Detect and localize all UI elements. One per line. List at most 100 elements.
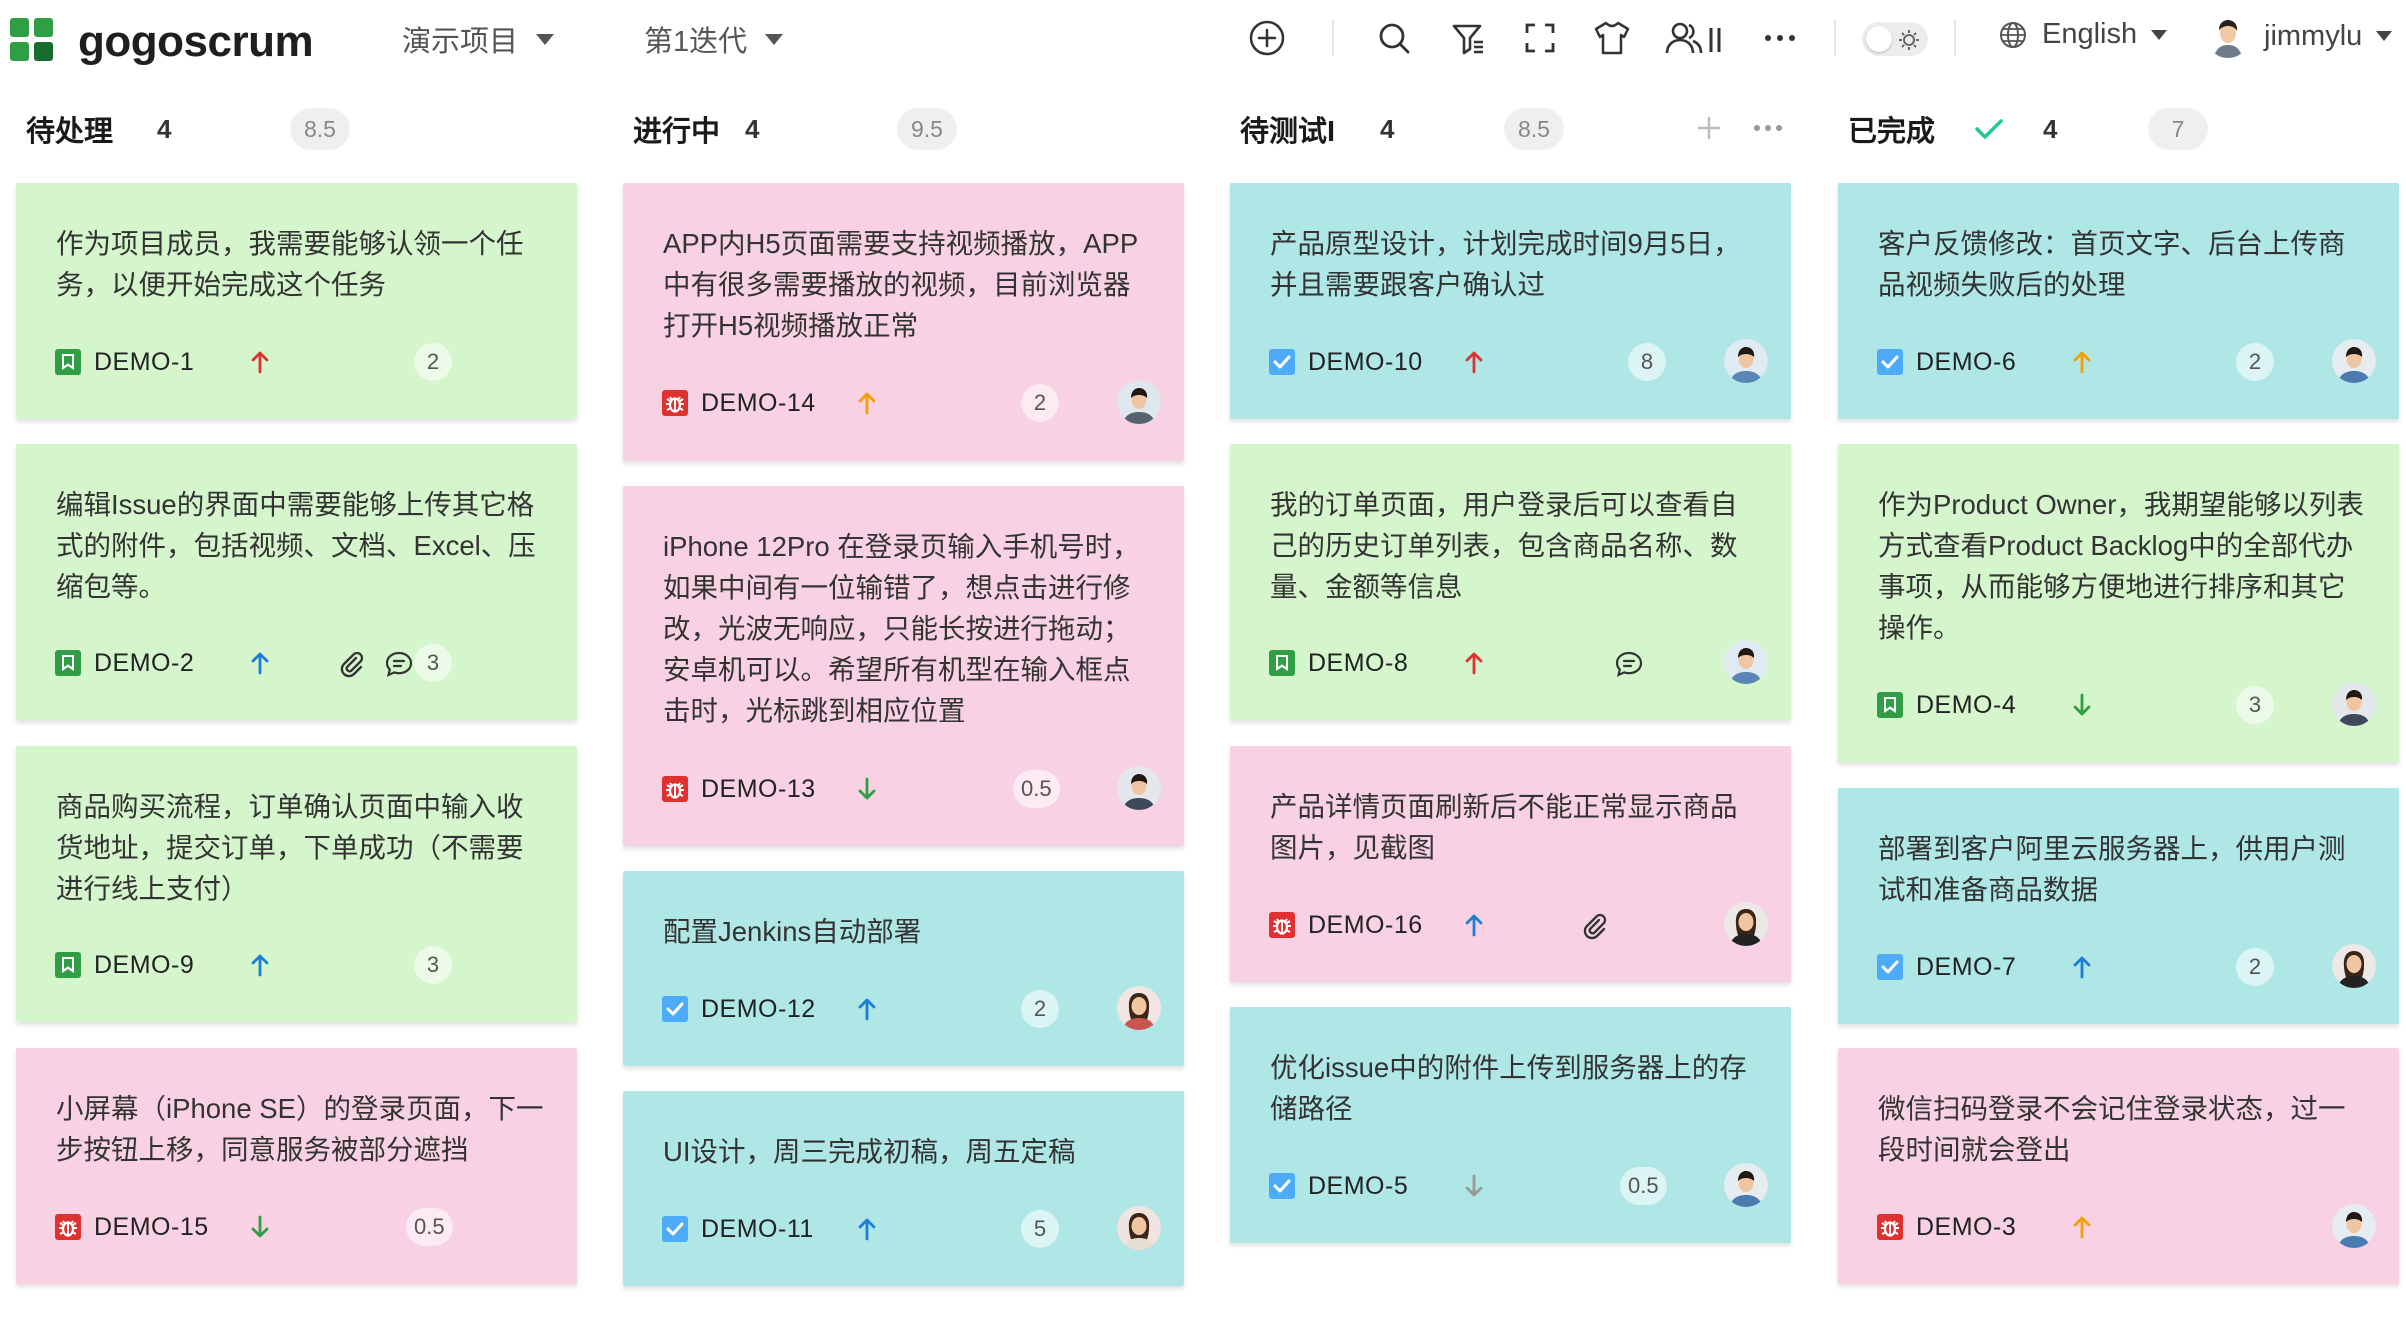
priority-normal-icon <box>2068 953 2096 981</box>
add-issue-icon[interactable] <box>1247 18 1287 58</box>
task-type-icon <box>661 1215 689 1243</box>
project-selector[interactable]: 演示项目 <box>402 18 555 60</box>
issue-card[interactable]: 产品详情页面刷新后不能正常显示商品图片，见截图 DEMO-16 <box>1230 746 1791 982</box>
priority-medium-icon <box>853 389 881 417</box>
add-card-icon[interactable] <box>1695 114 1723 142</box>
project-name: 演示项目 <box>402 26 519 58</box>
sprint-selector[interactable]: 第1迭代 <box>644 18 784 60</box>
issue-card[interactable]: 编辑Issue的界面中需要能够上传其它格式的附件，包括视频、文档、Excel、压… <box>16 444 577 720</box>
issue-card[interactable]: 产品原型设计，计划完成时间9月5日，并且需要跟客户确认过 DEMO-10 8 <box>1230 183 1791 419</box>
issue-meta: DEMO-10 8 <box>1268 339 1768 383</box>
priority-low-icon <box>2068 691 2096 719</box>
issue-card[interactable]: APP内H5页面需要支持视频播放，APP中有很多需要播放的视频，目前浏览器打开H… <box>623 183 1184 461</box>
issue-meta: DEMO-2 3 <box>54 642 554 684</box>
issue-card[interactable]: 作为Product Owner，我期望能够以列表方式查看Product Back… <box>1838 444 2399 762</box>
column-header: 进行中 4 9.5 <box>633 108 1193 150</box>
story-points-badge: 2 <box>1021 384 1059 422</box>
priority-low-icon <box>853 775 881 803</box>
user-avatar <box>2206 14 2250 58</box>
priority-low-icon <box>246 1213 274 1241</box>
username: jimmylu <box>2264 19 2363 52</box>
issue-meta: DEMO-12 2 <box>661 986 1161 1030</box>
assignee-avatar[interactable] <box>1724 339 1768 383</box>
assignee-avatar[interactable] <box>1724 902 1768 946</box>
story-type-icon <box>54 348 82 376</box>
issue-title: 部署到客户阿里云服务器上，供用户测试和准备商品数据 <box>1878 833 2346 905</box>
logo[interactable]: gogoscrum <box>10 18 314 66</box>
dark-mode-toggle[interactable] <box>1862 22 1928 56</box>
column-header: 待处理 4 8.5 <box>26 108 586 150</box>
priority-high-icon <box>246 348 274 376</box>
assignee-avatar[interactable] <box>1117 380 1161 424</box>
column-title: 已完成 <box>1848 116 1936 148</box>
column-header: 已完成 4 7 <box>1848 108 2406 150</box>
task-type-icon <box>1876 953 1904 981</box>
issue-card[interactable]: 小屏幕（iPhone SE）的登录页面，下一步按钮上移，同意服务被部分遮挡 DE… <box>16 1048 577 1284</box>
issue-key: DEMO-16 <box>1308 911 1423 939</box>
story-type-icon <box>54 649 82 677</box>
issue-card[interactable]: 作为项目成员，我需要能够认领一个任务，以便开始完成这个任务 DEMO-1 2 <box>16 183 577 419</box>
story-points-badge: 8 <box>1628 343 1666 381</box>
issue-meta: DEMO-6 2 <box>1876 339 2376 383</box>
assignee-avatar[interactable] <box>1724 1163 1768 1207</box>
issue-meta: DEMO-4 3 <box>1876 682 2376 726</box>
attachment-icon <box>1579 911 1609 941</box>
task-type-icon <box>1268 348 1296 376</box>
bug-type-icon <box>1876 1213 1904 1241</box>
assignee-avatar[interactable] <box>1117 766 1161 810</box>
story-points-badge: 2 <box>2236 343 2274 381</box>
caret-down-icon <box>2151 29 2168 40</box>
column-story-points: 8.5 <box>290 108 350 150</box>
issue-key: DEMO-11 <box>701 1215 814 1243</box>
story-points-badge: 2 <box>2236 948 2274 986</box>
issue-card[interactable]: UI设计，周三完成初稿，周五定稿 DEMO-11 5 <box>623 1091 1184 1286</box>
column-header: 待测试I 4 8.5 <box>1240 108 1800 150</box>
column-story-points: 7 <box>2148 108 2208 150</box>
top-bar: gogoscrum 演示项目 第1迭代 English jimmylu <box>0 0 2406 76</box>
issue-meta: DEMO-7 2 <box>1876 944 2376 988</box>
toggle-knob <box>1866 26 1892 52</box>
story-type-icon <box>54 951 82 979</box>
issue-card[interactable]: 配置Jenkins自动部署 DEMO-12 2 <box>623 871 1184 1066</box>
assignee-avatar[interactable] <box>2332 339 2376 383</box>
column-count: 4 <box>1380 114 1395 144</box>
search-icon[interactable] <box>1374 18 1414 58</box>
issue-title: 配置Jenkins自动部署 <box>663 916 922 947</box>
assignee-avatar[interactable] <box>2332 944 2376 988</box>
issue-card[interactable]: 微信扫码登录不会记住登录状态，过一段时间就会登出 DEMO-3 <box>1838 1048 2399 1284</box>
issue-card[interactable]: 优化issue中的附件上传到服务器上的存储路径 DEMO-5 0.5 <box>1230 1007 1791 1243</box>
issue-card[interactable]: 我的订单页面，用户登录后可以查看自己的历史订单列表，包含商品名称、数量、金额等信… <box>1230 444 1791 720</box>
issue-meta: DEMO-5 0.5 <box>1268 1163 1768 1207</box>
language-selector[interactable]: English <box>1998 18 2168 51</box>
sun-icon <box>1899 30 1919 50</box>
filter-icon[interactable] <box>1448 18 1488 58</box>
issue-card[interactable]: 商品购买流程，订单确认页面中输入收货地址，提交订单，下单成功（不需要进行线上支付… <box>16 746 577 1022</box>
issue-meta: DEMO-16 <box>1268 902 1768 946</box>
theme-shirt-icon[interactable] <box>1592 18 1632 58</box>
assignee-avatar[interactable] <box>2332 682 2376 726</box>
user-menu[interactable]: jimmylu <box>2206 14 2393 58</box>
assignee-avatar[interactable] <box>1117 986 1161 1030</box>
toolbar-divider <box>1332 20 1334 56</box>
priority-high-icon <box>1460 649 1488 677</box>
column-more-icon[interactable] <box>1753 123 1783 133</box>
members-icon[interactable] <box>1664 18 1728 58</box>
priority-medium-icon <box>2068 348 2096 376</box>
sprint-name: 第1迭代 <box>644 26 748 58</box>
assignee-avatar[interactable] <box>1117 1206 1161 1250</box>
caret-down-icon <box>2376 31 2393 41</box>
caret-down-icon <box>765 33 784 45</box>
assignee-avatar[interactable] <box>2332 1204 2376 1248</box>
more-menu-icon[interactable] <box>1760 18 1800 58</box>
toolbar-divider <box>1834 20 1836 56</box>
issue-card[interactable]: 客户反馈修改：首页文字、后台上传商品视频失败后的处理 DEMO-6 2 <box>1838 183 2399 419</box>
issue-meta: DEMO-13 0.5 <box>661 766 1161 810</box>
issue-card[interactable]: iPhone 12Pro 在登录页输入手机号时，如果中间有一位输错了，想点击进行… <box>623 486 1184 846</box>
assignee-avatar[interactable] <box>1724 640 1768 684</box>
toolbar-divider <box>1954 20 1956 56</box>
column-story-points: 9.5 <box>897 108 957 150</box>
issue-card[interactable]: 部署到客户阿里云服务器上，供用户测试和准备商品数据 DEMO-7 2 <box>1838 788 2399 1024</box>
fullscreen-icon[interactable] <box>1520 18 1560 58</box>
priority-normal-icon <box>853 995 881 1023</box>
task-type-icon <box>661 995 689 1023</box>
